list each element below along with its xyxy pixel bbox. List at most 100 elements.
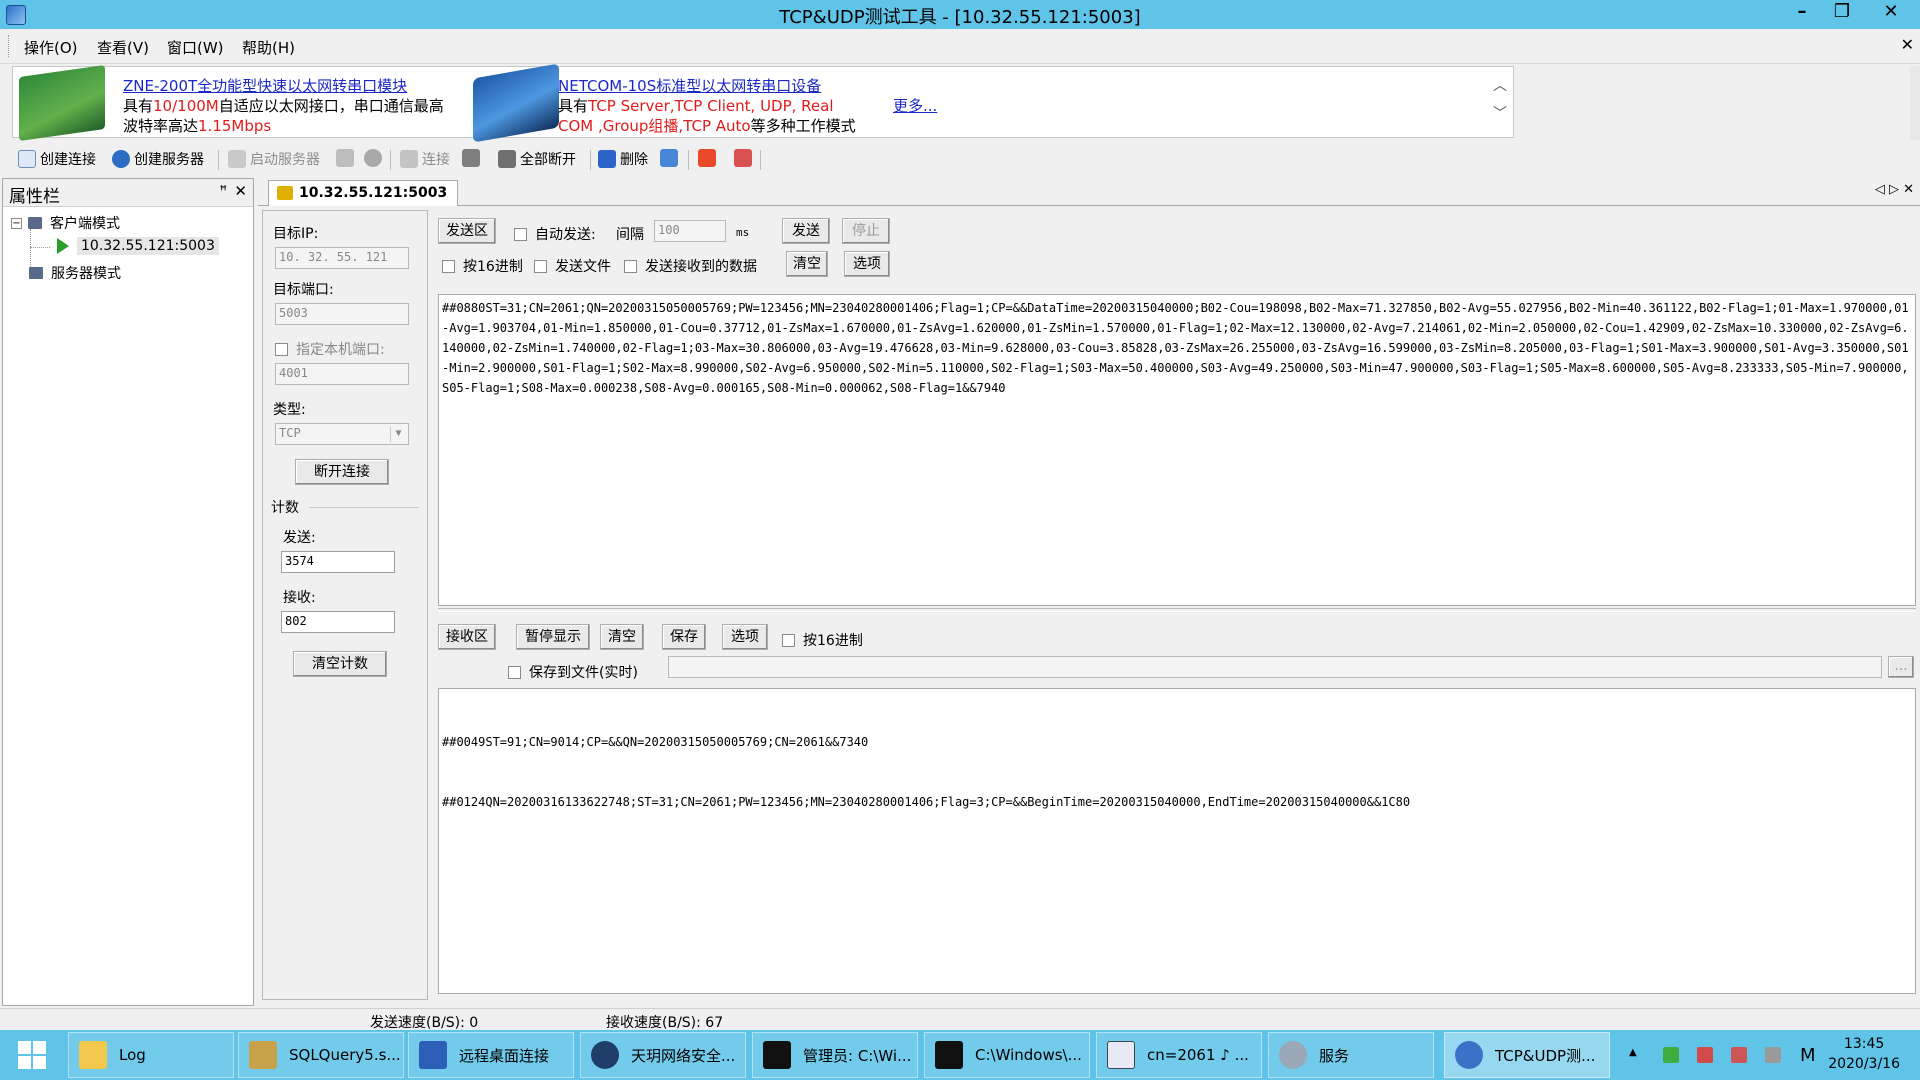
send-hex-checkbox[interactable]: 按16进制 <box>442 256 523 276</box>
pin-icon[interactable]: ꟸ <box>220 184 228 199</box>
disconnect-button[interactable] <box>462 149 484 167</box>
product2-title-link[interactable]: NETCOM-10S标准型以太网转串口设备 <box>558 75 821 96</box>
chevron-down-icon[interactable]: ▼ <box>390 426 406 442</box>
collapse-icon[interactable]: − <box>11 217 22 229</box>
client-mode-label: 客户端模式 <box>50 216 120 232</box>
send-count-field[interactable]: 3574 <box>281 551 395 573</box>
disconnect-all-label: 全部断开 <box>520 152 576 168</box>
app-icon[interactable] <box>6 4 26 25</box>
recv-hex-checkbox[interactable]: 按16进制 <box>782 630 863 650</box>
send-clear-button[interactable]: 清空 <box>786 251 828 277</box>
save-to-file-checkbox[interactable]: 保存到文件(实时) <box>508 662 638 682</box>
task-sqlquery[interactable]: SQLQuery5.s... <box>238 1032 404 1078</box>
delete-button[interactable]: 删除 <box>598 149 648 169</box>
task-tcpudp[interactable]: TCP&UDP测... <box>1444 1032 1610 1078</box>
clock[interactable]: 13:45 2020/3/16 <box>1828 1034 1900 1074</box>
window-scrollbar[interactable] <box>1910 66 1920 140</box>
task-remote-desktop[interactable]: 远程桌面连接 <box>408 1032 574 1078</box>
target-port-field[interactable]: 5003 <box>275 303 409 325</box>
cancel-button[interactable] <box>364 149 386 167</box>
send-area-button[interactable]: 发送区 <box>438 218 496 244</box>
pause-display-button[interactable]: 暂停显示 <box>516 624 590 650</box>
tab-connection[interactable]: 10.32.55.121:5003 <box>268 180 459 206</box>
display-icon[interactable] <box>1765 1047 1781 1063</box>
auto-send-checkbox[interactable]: 自动发送: <box>514 224 596 244</box>
connect-button[interactable]: 连接 <box>400 149 450 169</box>
task-services[interactable]: 服务 <box>1268 1032 1434 1078</box>
tray-expand-icon[interactable]: ▲ <box>1629 1047 1645 1063</box>
minimize-button[interactable]: – <box>1782 0 1822 26</box>
exit-button[interactable] <box>734 149 756 167</box>
server-mode-label: 服务器模式 <box>51 266 121 282</box>
recv-save-button[interactable]: 保存 <box>662 624 706 650</box>
local-port-field[interactable]: 4001 <box>275 363 409 385</box>
recv-options-button[interactable]: 选项 <box>722 624 768 650</box>
send-options-button[interactable]: 选项 <box>844 251 890 277</box>
network-tool-icon <box>1455 1041 1483 1069</box>
banner-scroll-down-icon[interactable]: ﹀ <box>1493 103 1507 123</box>
volume-icon[interactable] <box>1663 1047 1679 1063</box>
clear-count-button[interactable]: 清空计数 <box>293 651 387 677</box>
more-link[interactable]: 更多... <box>893 95 937 116</box>
interval-field[interactable]: 100 <box>654 220 726 242</box>
task-admin-cmd[interactable]: 管理员: C:\Wi... <box>752 1032 918 1078</box>
receive-textarea[interactable]: ##0049ST=91;CN=9014;CP=&&QN=202003150500… <box>438 688 1916 994</box>
module-image[interactable] <box>19 64 105 142</box>
banner-scroll-up-icon[interactable]: ︿ <box>1493 75 1507 95</box>
recv-clear-button[interactable]: 清空 <box>600 624 644 650</box>
send-file-checkbox[interactable]: 发送文件 <box>534 256 611 276</box>
menu-operate[interactable]: 操作(O) <box>24 37 78 58</box>
target-ip-label: 目标IP: <box>273 226 319 242</box>
checkbox-box <box>275 342 288 356</box>
tree-server-mode[interactable]: 服务器模式 <box>29 263 121 283</box>
power-button[interactable] <box>698 149 720 167</box>
save-file-path-field[interactable] <box>668 656 1882 678</box>
task-cmd[interactable]: C:\Windows\... <box>924 1032 1090 1078</box>
send-received-checkbox[interactable]: 发送接收到的数据 <box>624 256 757 276</box>
send-button[interactable]: 发送 <box>782 218 830 244</box>
mute-icon[interactable] <box>1697 1047 1713 1063</box>
product1-title-link[interactable]: ZNE-200T全功能型快速以太网转串口模块 <box>123 75 407 96</box>
task-log[interactable]: Log <box>68 1032 234 1078</box>
start-server-button[interactable]: 启动服务器 <box>228 149 320 169</box>
toolbar-overflow[interactable] <box>760 150 761 170</box>
task-security[interactable]: 天玥网络安全... <box>580 1032 746 1078</box>
create-connection-button[interactable]: 创建连接 <box>18 149 96 169</box>
child-close-icon[interactable]: ✕ <box>1901 35 1914 54</box>
menu-view[interactable]: 查看(V) <box>97 37 149 58</box>
tree-client-mode[interactable]: − 客户端模式 <box>11 213 120 233</box>
target-ip-field[interactable]: 10. 32. 55. 121 <box>275 247 409 269</box>
menu-grip <box>8 35 11 57</box>
menu-help[interactable]: 帮助(H) <box>242 37 295 58</box>
disconnect-all-button[interactable]: 全部断开 <box>498 149 576 169</box>
menu-bar: 操作(O) 查看(V) 窗口(W) 帮助(H) ✕ <box>0 29 1920 64</box>
send-textarea[interactable]: ##0880ST=31;CN=2061;QN=20200315050005769… <box>438 294 1916 606</box>
create-server-button[interactable]: 创建服务器 <box>112 149 204 169</box>
windows-logo-icon <box>18 1041 46 1069</box>
restore-button[interactable]: ❐ <box>1822 0 1862 26</box>
task-notepad[interactable]: cn=2061 ♪ ... <box>1096 1032 1262 1078</box>
tree-connection-item[interactable]: 10.32.55.121:5003 <box>57 237 219 255</box>
network-button[interactable] <box>660 149 682 167</box>
stop-button[interactable]: 停止 <box>842 218 890 244</box>
send-panel: 发送区 自动发送: 间隔 100 ms 发送 停止 按16进制 发送文件 发送接… <box>438 210 1916 606</box>
stop-server-button[interactable] <box>336 149 358 167</box>
start-server-label: 启动服务器 <box>250 152 320 168</box>
product2-desc-line3: COM ,Group组播,TCP Auto等多种工作模式 <box>558 115 856 136</box>
disconnect-connection-button[interactable]: 断开连接 <box>295 459 389 485</box>
device-image[interactable] <box>473 63 559 143</box>
start-button[interactable] <box>0 1030 64 1080</box>
type-select[interactable]: TCP ▼ <box>275 423 409 445</box>
network-status-icon[interactable] <box>1731 1047 1747 1063</box>
recv-count-field[interactable]: 802 <box>281 611 395 633</box>
browse-button[interactable]: ... <box>1888 656 1914 678</box>
menu-window[interactable]: 窗口(W) <box>167 37 224 58</box>
receive-area-button[interactable]: 接收区 <box>438 624 496 650</box>
panel-close-icon[interactable]: ✕ <box>234 182 247 200</box>
panel-splitter[interactable] <box>438 608 1916 612</box>
close-button[interactable]: ✕ <box>1862 0 1920 26</box>
tab-nav-controls[interactable]: ◁ ▷ ✕ <box>1875 182 1914 197</box>
local-port-checkbox[interactable]: 指定本机端口: <box>275 339 385 359</box>
task-label: TCP&UDP测... <box>1495 1046 1596 1065</box>
input-method-icon[interactable]: M <box>1800 1045 1816 1066</box>
